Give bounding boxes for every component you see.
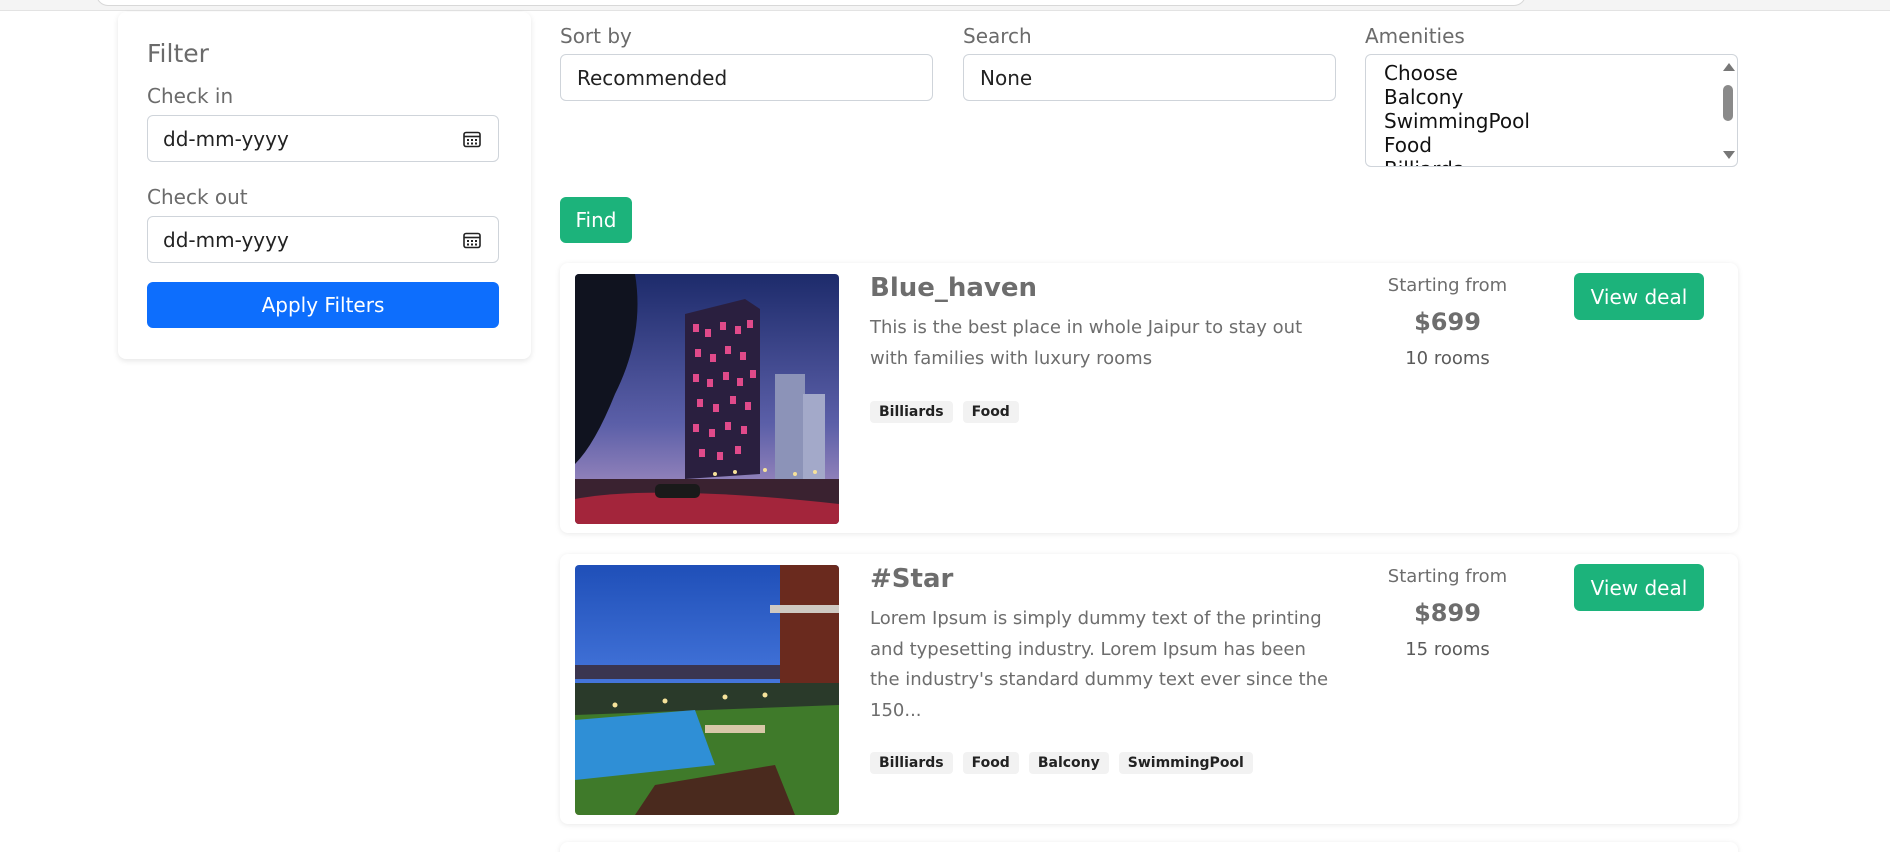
check-out-input[interactable]: dd-mm-yyyy <box>147 216 499 263</box>
search-label: Search <box>963 24 1032 48</box>
hotel-photo[interactable] <box>575 274 839 524</box>
amenities-label: Amenities <box>1365 24 1465 48</box>
view-deal-button[interactable]: View deal <box>1574 564 1704 611</box>
price-block: Starting from $899 15 rooms <box>1370 566 1525 660</box>
amenity-option[interactable]: Balcony <box>1384 85 1530 109</box>
check-out-value: dd-mm-yyyy <box>163 228 289 252</box>
apply-filters-button[interactable]: Apply Filters <box>147 282 499 328</box>
browser-top-strip <box>0 0 1890 11</box>
view-deal-button[interactable]: View deal <box>1574 273 1704 320</box>
sort-by-value: Recommended <box>577 66 728 90</box>
amenity-tags: Billiards Food <box>870 401 1019 423</box>
check-in-input[interactable]: dd-mm-yyyy <box>147 115 499 162</box>
room-count: 10 rooms <box>1405 348 1490 369</box>
starting-from-label: Starting from <box>1387 566 1508 587</box>
price: $899 <box>1414 599 1481 627</box>
amenity-tag: Food <box>962 401 1019 423</box>
sort-by-select[interactable]: Recommended <box>560 54 933 101</box>
filter-panel: Filter Check in dd-mm-yyyy Check out dd-… <box>118 12 531 359</box>
hotel-card-partial <box>560 842 1738 852</box>
hotel-photo[interactable] <box>575 565 839 815</box>
amenities-scrollbar[interactable] <box>1719 55 1737 166</box>
amenity-option[interactable]: Choose <box>1384 61 1530 85</box>
amenity-option[interactable]: SwimmingPool <box>1384 109 1530 133</box>
check-in-label: Check in <box>147 84 234 108</box>
search-select[interactable]: None <box>963 54 1336 101</box>
starting-from-label: Starting from <box>1387 275 1508 296</box>
hotel-card: #Star Lorem Ipsum is simply dummy text o… <box>560 554 1738 824</box>
amenities-multiselect[interactable]: Choose Balcony SwimmingPool Food Billiar… <box>1365 54 1738 167</box>
room-count: 15 rooms <box>1405 639 1490 660</box>
amenity-tag: Billiards <box>870 752 953 774</box>
check-out-label: Check out <box>147 185 248 209</box>
sort-by-label: Sort by <box>560 24 632 48</box>
price-block: Starting from $699 10 rooms <box>1370 275 1525 369</box>
scroll-thumb[interactable] <box>1723 85 1733 121</box>
scroll-down-icon[interactable] <box>1723 151 1735 159</box>
amenity-option[interactable]: Food <box>1384 133 1530 157</box>
amenity-tag: Food <box>962 752 1019 774</box>
calendar-icon[interactable] <box>462 129 482 149</box>
hotel-name[interactable]: Blue_haven <box>870 273 1037 303</box>
hotel-description: This is the best place in whole Jaipur t… <box>870 317 1303 369</box>
amenity-tag: SwimmingPool <box>1118 752 1253 774</box>
scroll-up-icon[interactable] <box>1723 63 1735 71</box>
amenity-tags: Billiards Food Balcony SwimmingPool <box>870 752 1253 774</box>
amenity-tag: Balcony <box>1028 752 1109 774</box>
amenity-option[interactable]: Billiards <box>1384 157 1530 166</box>
check-in-value: dd-mm-yyyy <box>163 127 289 151</box>
calendar-icon[interactable] <box>462 230 482 250</box>
find-button[interactable]: Find <box>560 197 632 243</box>
price: $699 <box>1414 308 1481 336</box>
hotel-name[interactable]: #Star <box>870 564 953 594</box>
amenities-options: Choose Balcony SwimmingPool Food Billiar… <box>1384 61 1530 166</box>
address-bar-edge <box>96 0 1526 6</box>
filter-title: Filter <box>147 39 209 68</box>
search-value: None <box>980 66 1033 90</box>
hotel-card: Blue_haven This is the best place in who… <box>560 263 1738 533</box>
amenity-tag: Billiards <box>870 401 953 423</box>
hotel-description: Lorem Ipsum is simply dummy text of the … <box>870 608 1329 721</box>
